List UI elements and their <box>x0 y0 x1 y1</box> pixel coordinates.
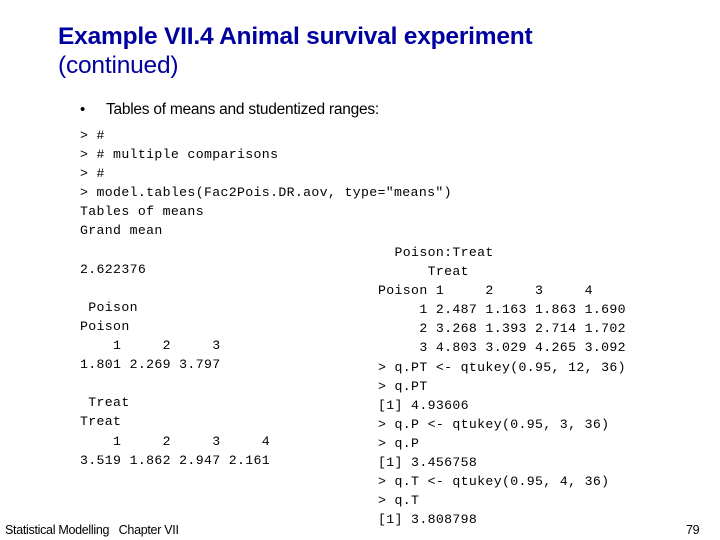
console-line: 2 3.268 1.393 2.714 1.702 <box>378 321 626 337</box>
page-number: 79 <box>686 523 700 537</box>
console-line: > # <box>80 128 105 143</box>
bullet-dot-icon: • <box>80 101 86 118</box>
console-line: [1] 3.456758 <box>378 455 478 471</box>
console-output-right: Poison:Treat Treat Poison 1 2 3 4 1 2.487… <box>378 243 626 529</box>
bullet-item-label: Tables of means and studentized ranges: <box>106 101 379 118</box>
console-line: Tables of means <box>80 204 204 220</box>
slide: Example VII.4 Animal survival experiment… <box>0 0 720 540</box>
console-line: > model.tables(Fac2Pois.DR.aov, type="me… <box>80 185 452 201</box>
console-line: [1] 3.808798 <box>378 512 478 528</box>
console-line: > q.P <- qtukey(0.95, 3, 36) <box>378 416 610 432</box>
console-line: Grand mean <box>80 223 163 239</box>
console-line: 3 4.803 3.029 4.265 3.092 <box>378 340 626 356</box>
console-line: > # multiple comparisons <box>80 147 279 163</box>
footer-text: Statistical Modelling Chapter VII <box>5 523 179 537</box>
console-line: > q.P <box>378 435 420 451</box>
console-line: > q.T <- qtukey(0.95, 4, 36) <box>378 474 610 490</box>
console-line: Treat <box>378 264 469 280</box>
console-line: > q.PT <box>378 378 428 394</box>
console-line: > # <box>80 166 105 182</box>
console-line: 1 2.487 1.163 1.863 1.690 <box>378 302 626 318</box>
console-line: Poison:Treat <box>378 245 494 260</box>
title-continued-line: (continued) <box>58 52 179 79</box>
console-line: > q.T <box>378 493 420 509</box>
console-line: [1] 4.93606 <box>378 397 469 413</box>
title-main-line: Example VII.4 Animal survival experiment <box>58 23 533 50</box>
slide-title: Example VII.4 Animal survival experiment… <box>58 22 678 80</box>
bullet-item: • Tables of means and studentized ranges… <box>80 100 379 119</box>
console-line: > q.PT <- qtukey(0.95, 12, 36) <box>378 359 626 375</box>
console-line: Poison 1 2 3 4 <box>378 283 593 299</box>
